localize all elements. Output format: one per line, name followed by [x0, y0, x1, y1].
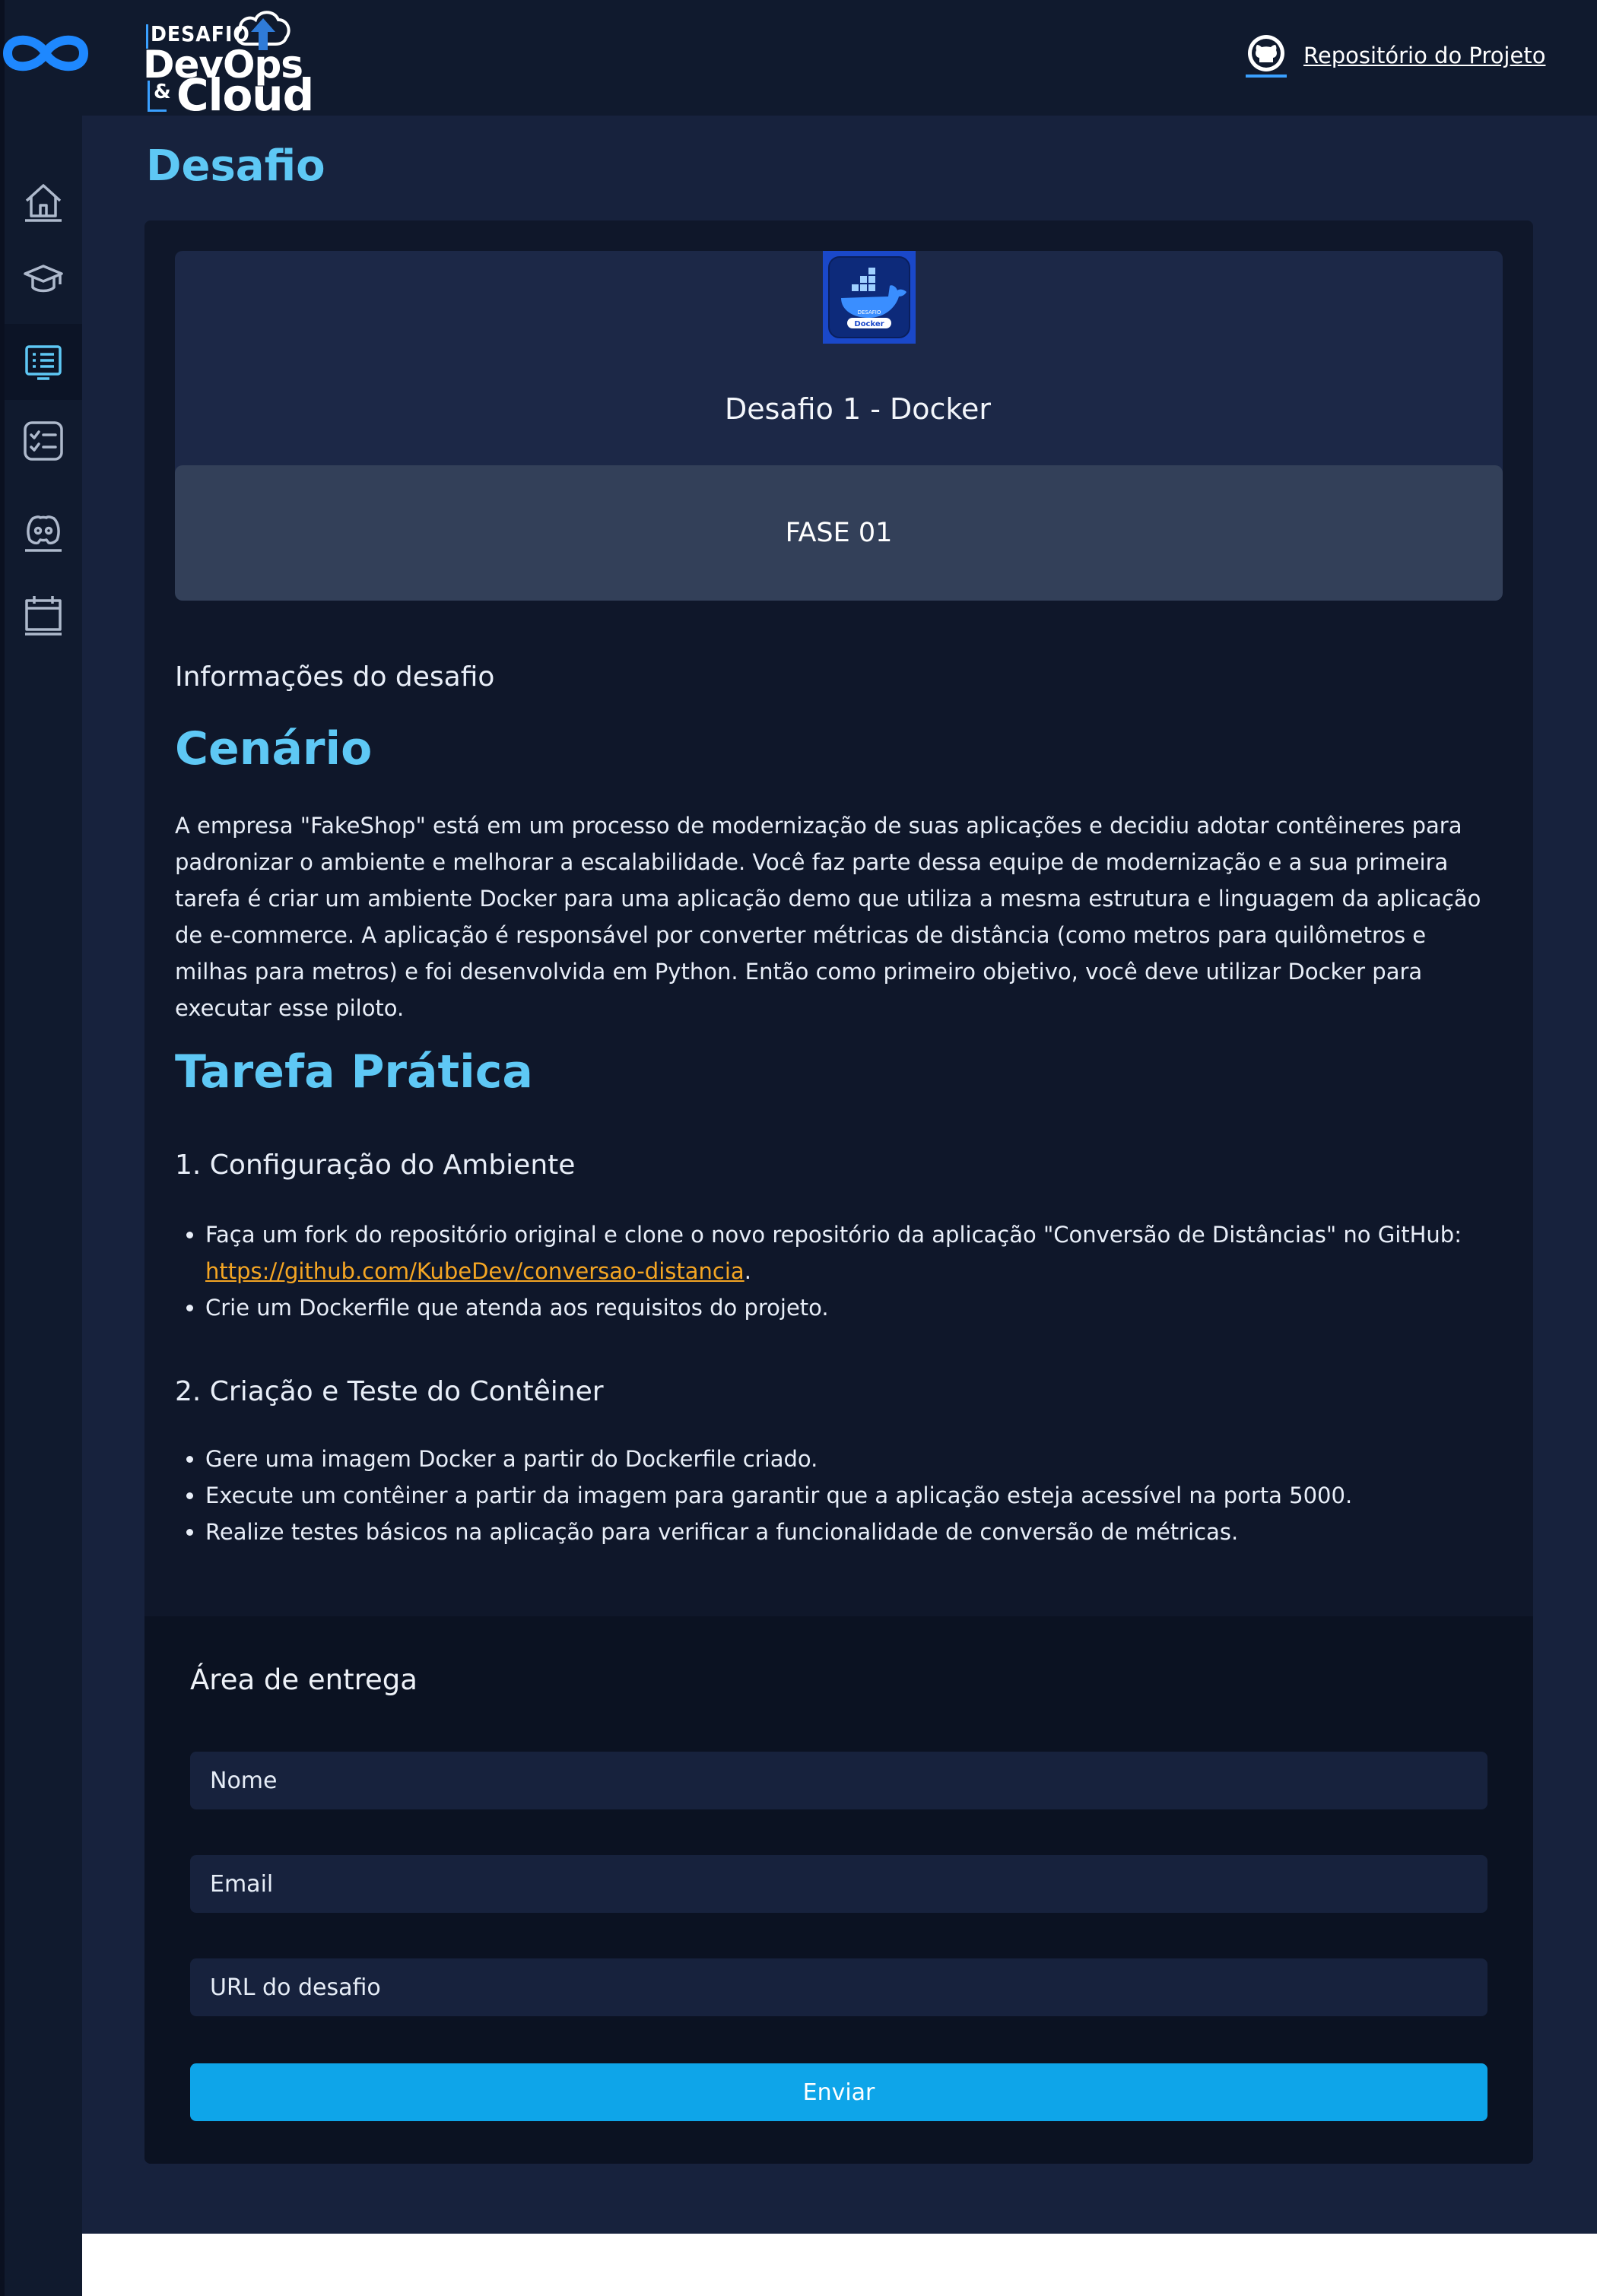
list-item: Gere uma imagem Docker a partir do Docke…	[205, 1441, 1529, 1477]
challenge-url-input[interactable]	[190, 1958, 1487, 2016]
github-icon	[1246, 35, 1287, 78]
discord-icon	[25, 515, 62, 552]
home-icon	[25, 184, 62, 222]
checklist-icon	[24, 421, 63, 461]
thumb-small-label: DESAFIO	[858, 309, 881, 316]
repo-link-group[interactable]: Repositório do Projeto	[1244, 33, 1545, 78]
challenge-info-label: Informações do desafio	[175, 661, 495, 693]
github-repo-link[interactable]: https://github.com/KubeDev/conversao-dis…	[205, 1258, 745, 1284]
challenge-card: DESAFIO Docker Desafio 1 - Docker FASE 0…	[144, 220, 1533, 2164]
graduation-cap-icon	[24, 265, 63, 293]
phase-label: FASE 01	[785, 518, 893, 548]
sidebar-item-discord[interactable]	[5, 493, 82, 569]
infinity-logo-icon[interactable]	[0, 23, 91, 84]
sidebar-item-home[interactable]	[5, 163, 82, 239]
step1-heading: 1. Configuração do Ambiente	[175, 1150, 576, 1181]
phase-banner: FASE 01	[175, 465, 1503, 601]
submit-button[interactable]: Enviar	[190, 2063, 1487, 2121]
step2-list: Gere uma imagem Docker a partir do Docke…	[175, 1441, 1529, 1550]
logo-line-cloud: Cloud	[176, 69, 314, 121]
task-heading: Tarefa Prática	[175, 1045, 533, 1099]
docker-thumbnail: DESAFIO Docker	[823, 251, 916, 344]
step1-list: Faça um fork do repositório original e c…	[175, 1216, 1529, 1326]
sidebar-item-calendar[interactable]	[5, 576, 82, 652]
repo-link[interactable]: Repositório do Projeto	[1303, 43, 1545, 68]
brand-logo[interactable]: DESAFIO DevOps & Cloud	[141, 5, 324, 121]
sidebar-item-challenges[interactable]	[5, 324, 82, 400]
sidebar-item-tasks[interactable]	[5, 403, 82, 479]
scenario-text: A empresa "FakeShop" está em um processo…	[175, 813, 1481, 1021]
page-title: Desafio	[146, 141, 325, 191]
thumb-label: Docker	[854, 320, 884, 328]
list-board-icon	[25, 345, 62, 380]
step1-link-suffix: .	[744, 1258, 751, 1284]
delivery-title: Área de entrega	[190, 1663, 418, 1696]
email-input[interactable]	[190, 1855, 1487, 1913]
list-item: Realize testes básicos na aplicação para…	[205, 1514, 1529, 1550]
logo-ampersand: &	[154, 81, 171, 103]
step2-heading: 2. Criação e Teste do Contêiner	[175, 1376, 604, 1407]
scenario-heading: Cenário	[175, 722, 373, 775]
list-item: Execute um contêiner a partir da imagem …	[205, 1477, 1529, 1514]
delivery-section: Área de entrega Enviar	[144, 1616, 1533, 2164]
challenge-header: DESAFIO Docker Desafio 1 - Docker FASE 0…	[175, 251, 1503, 601]
sidebar-item-courses[interactable]	[5, 240, 82, 316]
list-item: Crie um Dockerfile que atenda aos requis…	[205, 1289, 1529, 1326]
name-input[interactable]	[190, 1752, 1487, 1809]
list-item: Faça um fork do repositório original e c…	[205, 1216, 1529, 1289]
step1-item1-text: Faça um fork do repositório original e c…	[205, 1222, 1462, 1248]
calendar-icon	[25, 596, 62, 636]
challenge-title: Desafio 1 - Docker	[724, 392, 992, 426]
